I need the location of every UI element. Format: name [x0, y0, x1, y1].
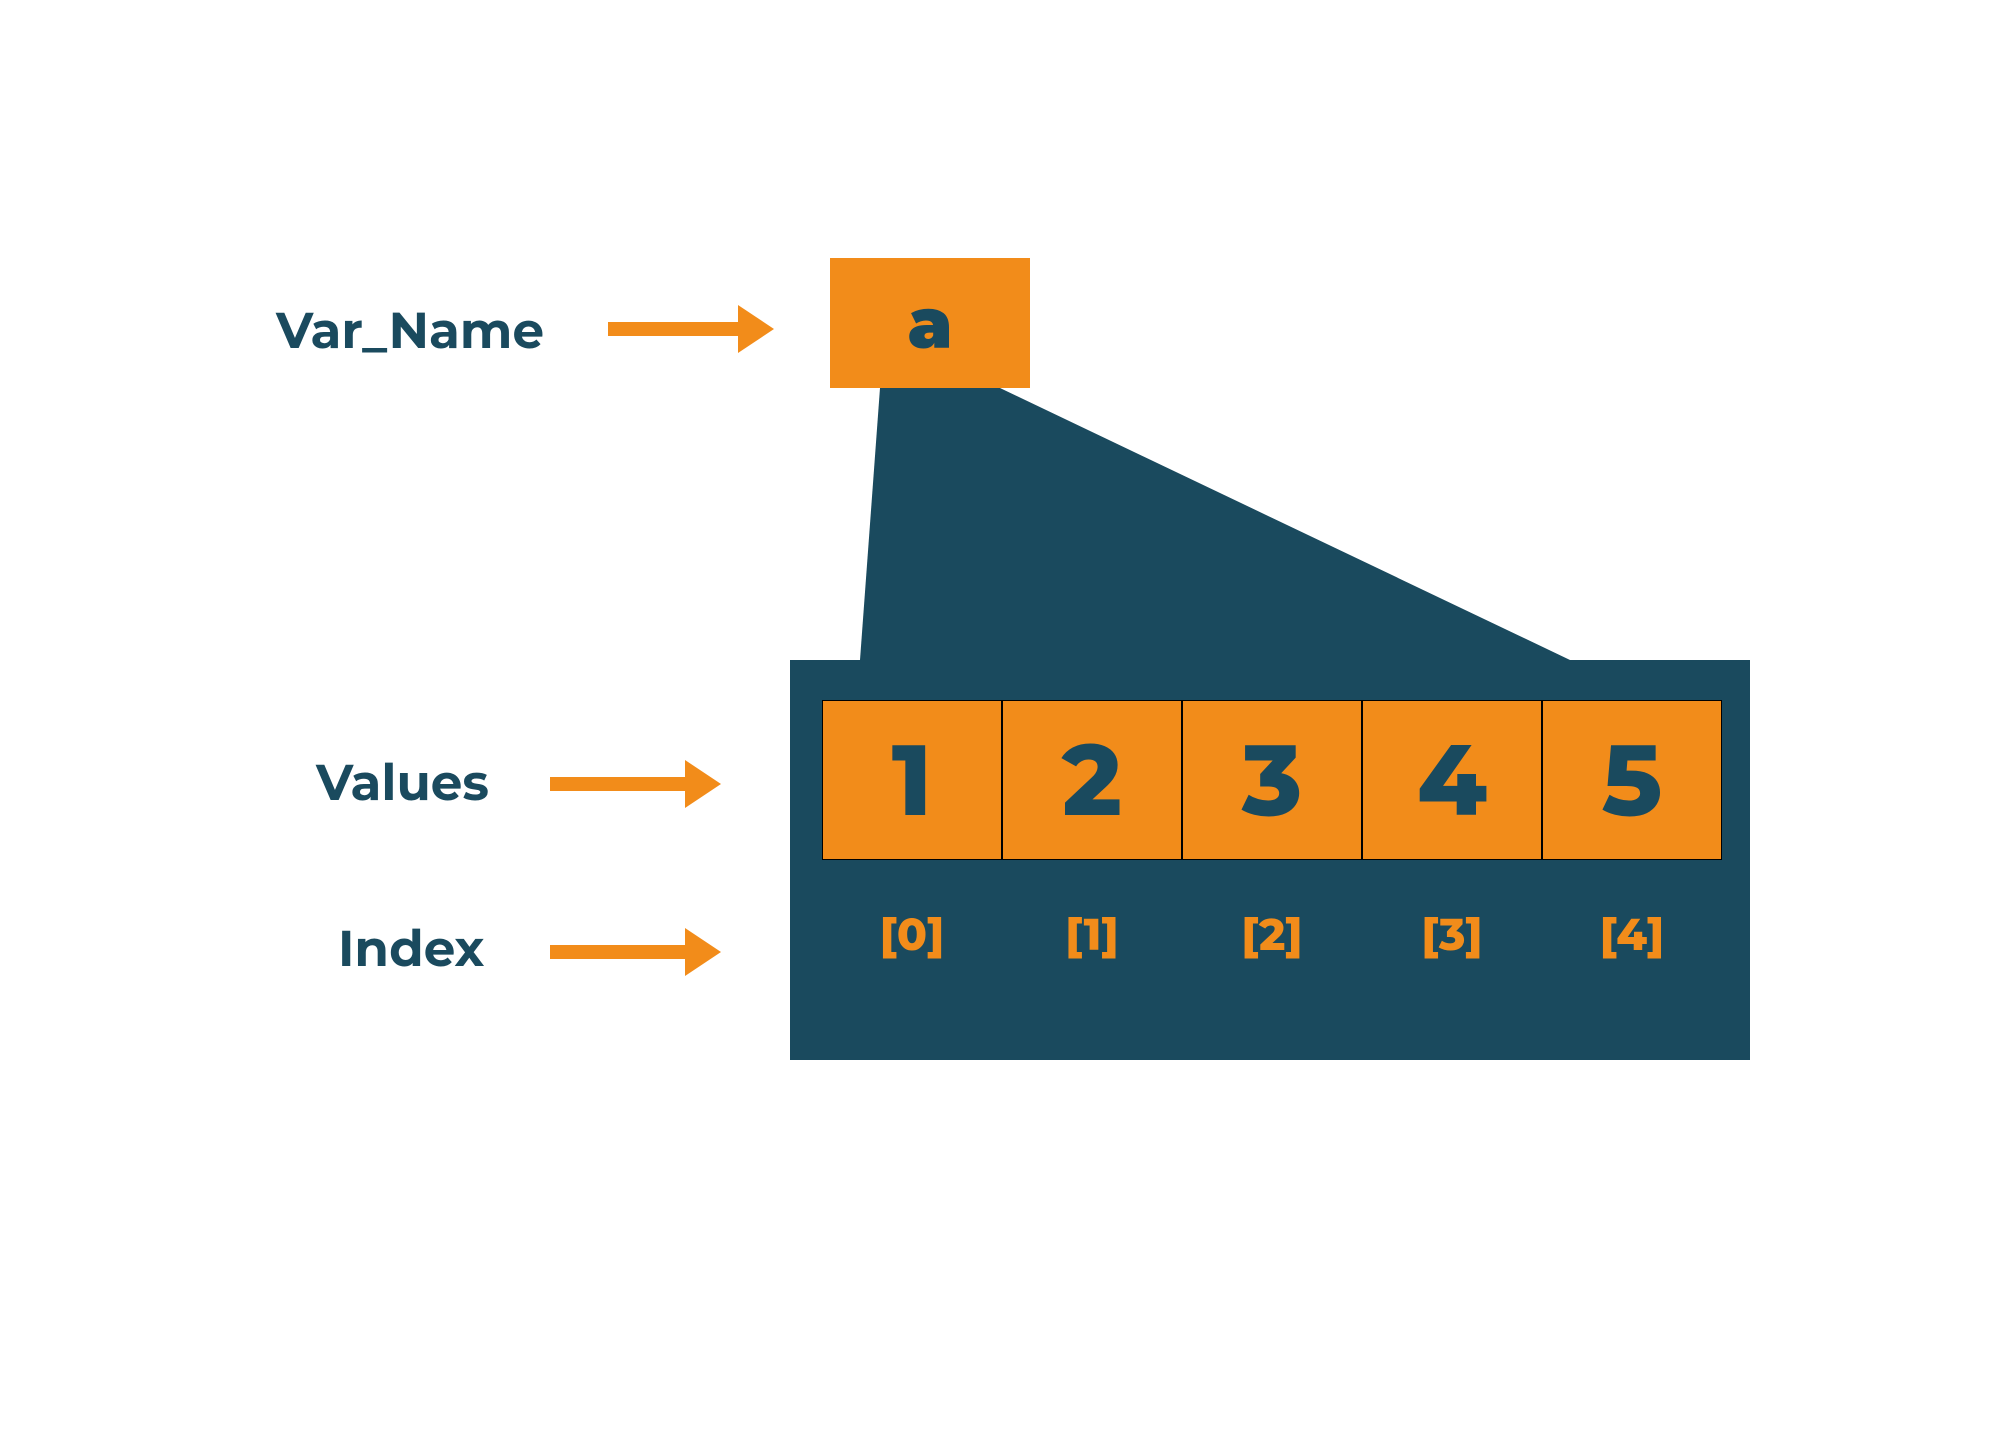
array-index: [1]: [1002, 905, 1182, 965]
array-index: [0]: [822, 905, 1002, 965]
arrow-shaft: [550, 777, 685, 791]
label-var-name: Var_Name: [276, 300, 544, 361]
arrow-head-icon: [685, 928, 721, 976]
array-index: [2]: [1182, 905, 1362, 965]
var-name-box: a: [830, 258, 1030, 388]
connector-shape: [860, 388, 1580, 660]
array-index: [3]: [1362, 905, 1542, 965]
label-values: Values: [316, 752, 489, 813]
array-cell: 3: [1182, 700, 1362, 860]
arrow-values: [550, 760, 721, 808]
arrow-index: [550, 928, 721, 976]
array-cells-row: 1 2 3 4 5: [822, 700, 1722, 860]
arrow-shaft: [550, 945, 685, 959]
array-cell: 2: [1002, 700, 1182, 860]
label-index: Index: [338, 918, 484, 979]
array-cell: 4: [1362, 700, 1542, 860]
arrow-head-icon: [738, 305, 774, 353]
array-cell: 1: [822, 700, 1002, 860]
array-index: [4]: [1542, 905, 1722, 965]
array-indices-row: [0] [1] [2] [3] [4]: [822, 905, 1722, 965]
arrow-var-name: [608, 305, 774, 353]
arrow-shaft: [608, 322, 738, 336]
array-cell: 5: [1542, 700, 1722, 860]
arrow-head-icon: [685, 760, 721, 808]
